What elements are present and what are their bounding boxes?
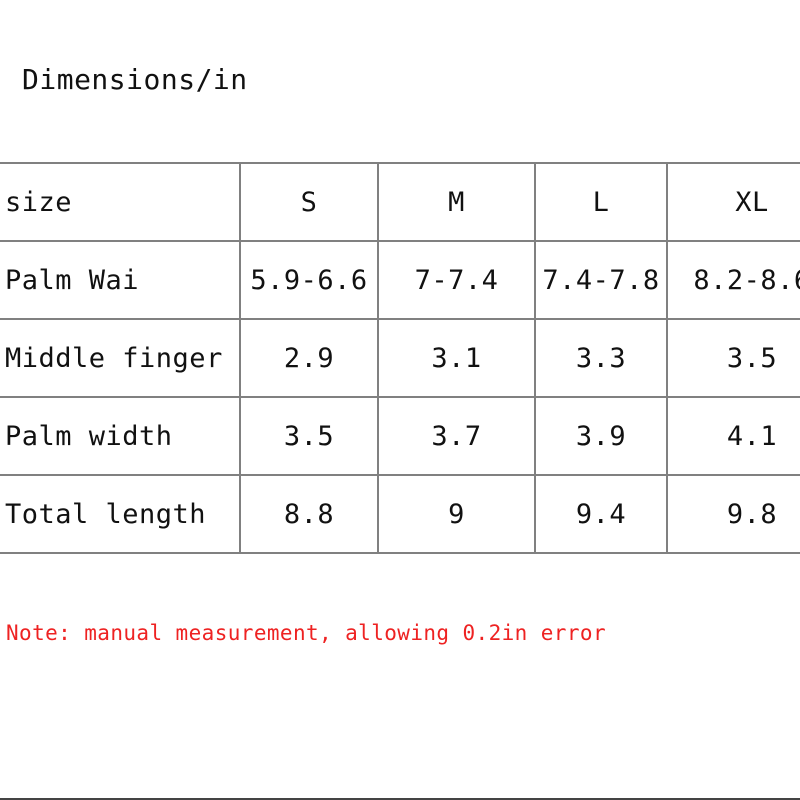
column-header-m: M xyxy=(378,162,536,242)
column-header-xl: XL xyxy=(667,162,800,242)
cell-total-length-s: 8.8 xyxy=(240,474,379,554)
cell-middle-finger-xl: 3.5 xyxy=(667,318,800,398)
cell-palm-wai-l: 7.4-7.8 xyxy=(535,240,668,320)
column-header-s: S xyxy=(240,162,379,242)
size-chart-page: Dimensions/in size S M L XL Palm Wai 5.9… xyxy=(0,0,800,800)
row-label-total-length: Total length xyxy=(0,474,241,554)
cell-palm-wai-s: 5.9-6.6 xyxy=(240,240,379,320)
table-row: Palm Wai 5.9-6.6 7-7.4 7.4-7.8 8.2-8.6 xyxy=(0,240,800,320)
table-header-row: size S M L XL xyxy=(0,162,800,242)
table-row: Total length 8.8 9 9.4 9.8 xyxy=(0,474,800,554)
page-title: Dimensions/in xyxy=(22,63,248,96)
cell-middle-finger-l: 3.3 xyxy=(535,318,668,398)
cell-palm-width-xl: 4.1 xyxy=(667,396,800,476)
row-label-palm-wai: Palm Wai xyxy=(0,240,241,320)
measurement-note: Note: manual measurement, allowing 0.2in… xyxy=(6,621,606,645)
cell-palm-width-s: 3.5 xyxy=(240,396,379,476)
cell-total-length-m: 9 xyxy=(378,474,536,554)
size-chart-table: size S M L XL Palm Wai 5.9-6.6 7-7.4 7.4… xyxy=(0,162,800,554)
cell-palm-width-l: 3.9 xyxy=(535,396,668,476)
table-row: Middle finger 2.9 3.1 3.3 3.5 xyxy=(0,318,800,398)
column-header-size: size xyxy=(0,162,241,242)
column-header-l: L xyxy=(535,162,668,242)
cell-palm-wai-xl: 8.2-8.6 xyxy=(667,240,800,320)
cell-middle-finger-m: 3.1 xyxy=(378,318,536,398)
row-label-middle-finger: Middle finger xyxy=(0,318,241,398)
cell-middle-finger-s: 2.9 xyxy=(240,318,379,398)
cell-palm-wai-m: 7-7.4 xyxy=(378,240,536,320)
cell-palm-width-m: 3.7 xyxy=(378,396,536,476)
cell-total-length-xl: 9.8 xyxy=(667,474,800,554)
cell-total-length-l: 9.4 xyxy=(535,474,668,554)
row-label-palm-width: Palm width xyxy=(0,396,241,476)
table-row: Palm width 3.5 3.7 3.9 4.1 xyxy=(0,396,800,476)
